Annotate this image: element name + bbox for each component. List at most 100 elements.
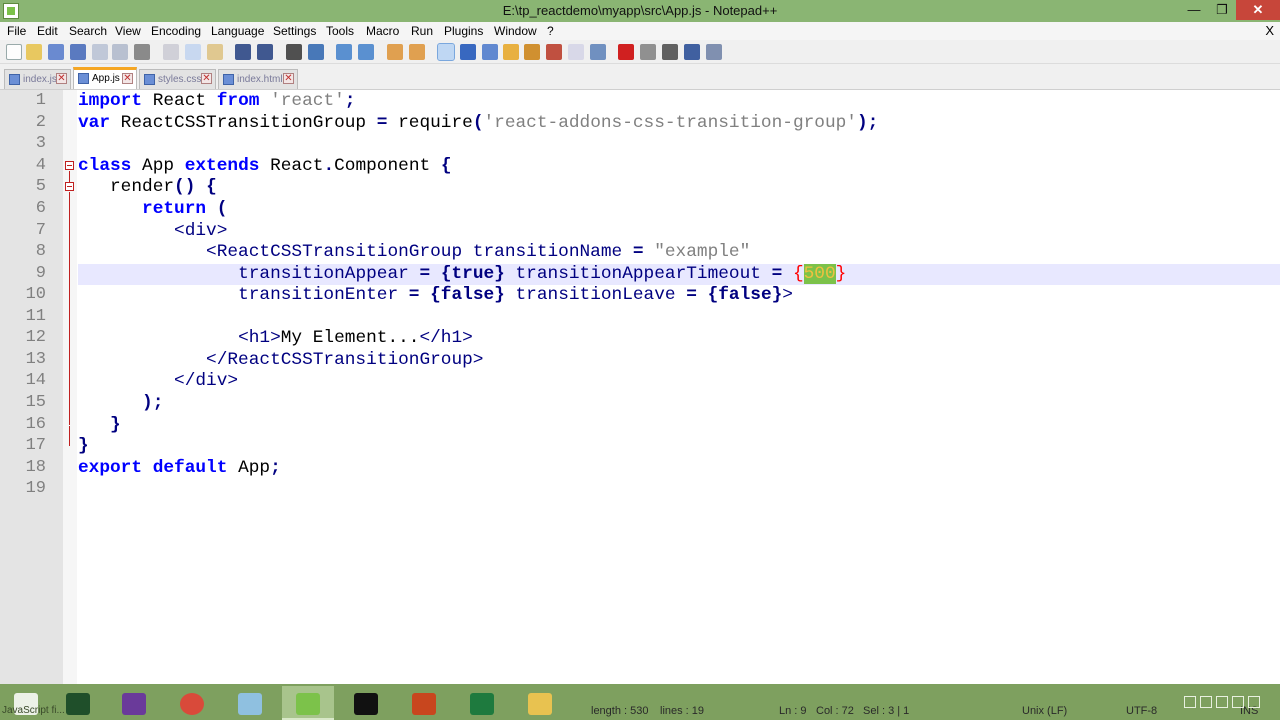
taskbar-notepad[interactable] — [224, 686, 276, 720]
status-bar: length : 530 lines : 19 Ln : 9 Col : 72 … — [570, 704, 1280, 720]
menu-plugins[interactable]: Plugins — [444, 24, 483, 38]
menu-search[interactable]: Search — [69, 24, 107, 38]
menu-language[interactable]: Language — [211, 24, 264, 38]
line-number: 7 — [35, 221, 46, 240]
fold-class-icon[interactable] — [65, 161, 74, 170]
fold-line — [69, 171, 70, 182]
save-icon[interactable] — [48, 44, 64, 60]
menu-run[interactable]: Run — [411, 24, 433, 38]
close-all-icon[interactable] — [112, 44, 128, 60]
maximize-button[interactable]: ❐ — [1208, 0, 1236, 20]
open-file-icon[interactable] — [26, 44, 42, 60]
copy-icon[interactable] — [185, 44, 201, 60]
encoding: UTF-8 — [1126, 705, 1158, 717]
run-macro-multiple-icon[interactable] — [684, 44, 700, 60]
function-list-icon[interactable] — [546, 44, 562, 60]
tab-close-icon[interactable]: ✕ — [283, 73, 294, 84]
window-title: E:\tp_reactdemo\myapp\src\App.js - Notep… — [502, 3, 778, 18]
line-number: 1 — [35, 91, 46, 110]
taskbar-excel[interactable] — [456, 686, 508, 720]
excel-icon — [470, 693, 494, 715]
taskbar-file-explorer[interactable] — [514, 686, 566, 720]
file-explorer-icon — [528, 693, 552, 715]
close-document-button[interactable]: X — [1265, 23, 1274, 38]
record-macro-icon[interactable] — [618, 44, 634, 60]
tab-label: index.html — [237, 74, 283, 85]
replace-icon[interactable] — [308, 44, 324, 60]
sync-vertical-icon[interactable] — [387, 44, 403, 60]
keyboard-icon[interactable] — [1248, 696, 1260, 708]
monitoring-icon[interactable] — [590, 44, 606, 60]
menu-settings[interactable]: Settings — [273, 24, 316, 38]
close-file-icon[interactable] — [92, 44, 108, 60]
zoom-out-icon[interactable] — [358, 44, 374, 60]
menu-encoding[interactable]: Encoding — [151, 24, 201, 38]
doc-map-icon[interactable] — [524, 44, 540, 60]
code-editor[interactable]: 1 2 3 4 5 6 7 8 9 10 11 12 13 14 15 16 1… — [0, 89, 1280, 685]
sync-horizontal-icon[interactable] — [409, 44, 425, 60]
tab-close-icon[interactable]: ✕ — [56, 73, 67, 84]
chrome-icon — [180, 693, 204, 715]
line-number-gutter: 1 2 3 4 5 6 7 8 9 10 11 12 13 14 15 16 1… — [0, 90, 63, 685]
code-line-2: var ReactCSSTransitionGroup = require('r… — [78, 113, 879, 133]
language-indicator: JavaScript fi... — [2, 705, 65, 716]
battery-icon[interactable] — [1216, 696, 1228, 708]
network-icon[interactable] — [1200, 696, 1212, 708]
zoom-in-icon[interactable] — [336, 44, 352, 60]
redo-icon[interactable] — [257, 44, 273, 60]
code-line-4: class App extends React.Component { — [78, 156, 452, 176]
line-number: 14 — [25, 371, 46, 390]
tab-close-icon[interactable]: ✕ — [122, 73, 133, 84]
indent-guide-icon[interactable] — [482, 44, 498, 60]
menu-macro[interactable]: Macro — [366, 24, 399, 38]
tab-index-html[interactable]: index.html ✕ — [218, 69, 298, 89]
menu-file[interactable]: File — [7, 24, 26, 38]
print-icon[interactable] — [134, 44, 150, 60]
save-macro-icon[interactable] — [706, 44, 722, 60]
udl-icon[interactable] — [503, 44, 519, 60]
volume-icon[interactable] — [1232, 696, 1244, 708]
play-macro-icon[interactable] — [662, 44, 678, 60]
tab-index-js[interactable]: index.js ✕ — [4, 69, 71, 89]
undo-icon[interactable] — [235, 44, 251, 60]
word-wrap-icon[interactable] — [437, 43, 455, 61]
line-number: 10 — [25, 285, 46, 304]
save-all-icon[interactable] — [70, 44, 86, 60]
paste-icon[interactable] — [207, 44, 223, 60]
code-line-6: return ( — [142, 199, 228, 219]
code-line-14: </div> — [174, 371, 239, 391]
line-number: 5 — [35, 177, 46, 196]
selection-info: Sel : 3 | 1 — [863, 705, 910, 717]
find-icon[interactable] — [286, 44, 302, 60]
code-line-9: transitionAppear = {true} transitionAppe… — [238, 264, 847, 284]
tab-close-icon[interactable]: ✕ — [201, 73, 212, 84]
tab-styles-css[interactable]: styles.css ✕ — [139, 69, 216, 89]
taskbar-powerpoint[interactable] — [398, 686, 450, 720]
close-window-button[interactable]: ✕ — [1236, 0, 1280, 20]
folder-workspace-icon[interactable] — [568, 44, 584, 60]
menu-help[interactable]: ? — [547, 24, 554, 38]
stop-macro-icon[interactable] — [640, 44, 656, 60]
menu-tools[interactable]: Tools — [326, 24, 354, 38]
taskbar-cmd[interactable] — [340, 686, 392, 720]
file-icon — [78, 73, 89, 84]
taskbar-chrome[interactable] — [166, 686, 218, 720]
menu-edit[interactable]: Edit — [37, 24, 58, 38]
show-all-chars-icon[interactable] — [460, 44, 476, 60]
fold-render-icon[interactable] — [65, 182, 74, 191]
code-line-13: </ReactCSSTransitionGroup> — [206, 350, 484, 370]
line-number: 16 — [25, 415, 46, 434]
menu-view[interactable]: View — [115, 24, 141, 38]
code-line-15: ); — [142, 393, 164, 413]
selected-number: 500 — [803, 264, 836, 284]
tab-app-js[interactable]: App.js ✕ — [73, 67, 137, 89]
new-file-icon[interactable] — [6, 44, 22, 60]
menu-window[interactable]: Window — [494, 24, 537, 38]
taskbar-notepadpp[interactable] — [282, 686, 334, 720]
tab-label: index.js — [23, 74, 57, 85]
flag-icon[interactable] — [1184, 696, 1196, 708]
minimize-button[interactable]: — — [1180, 0, 1208, 20]
taskbar-visual-studio[interactable] — [108, 686, 160, 720]
cut-icon[interactable] — [163, 44, 179, 60]
code-line-18: export default App; — [78, 458, 281, 478]
